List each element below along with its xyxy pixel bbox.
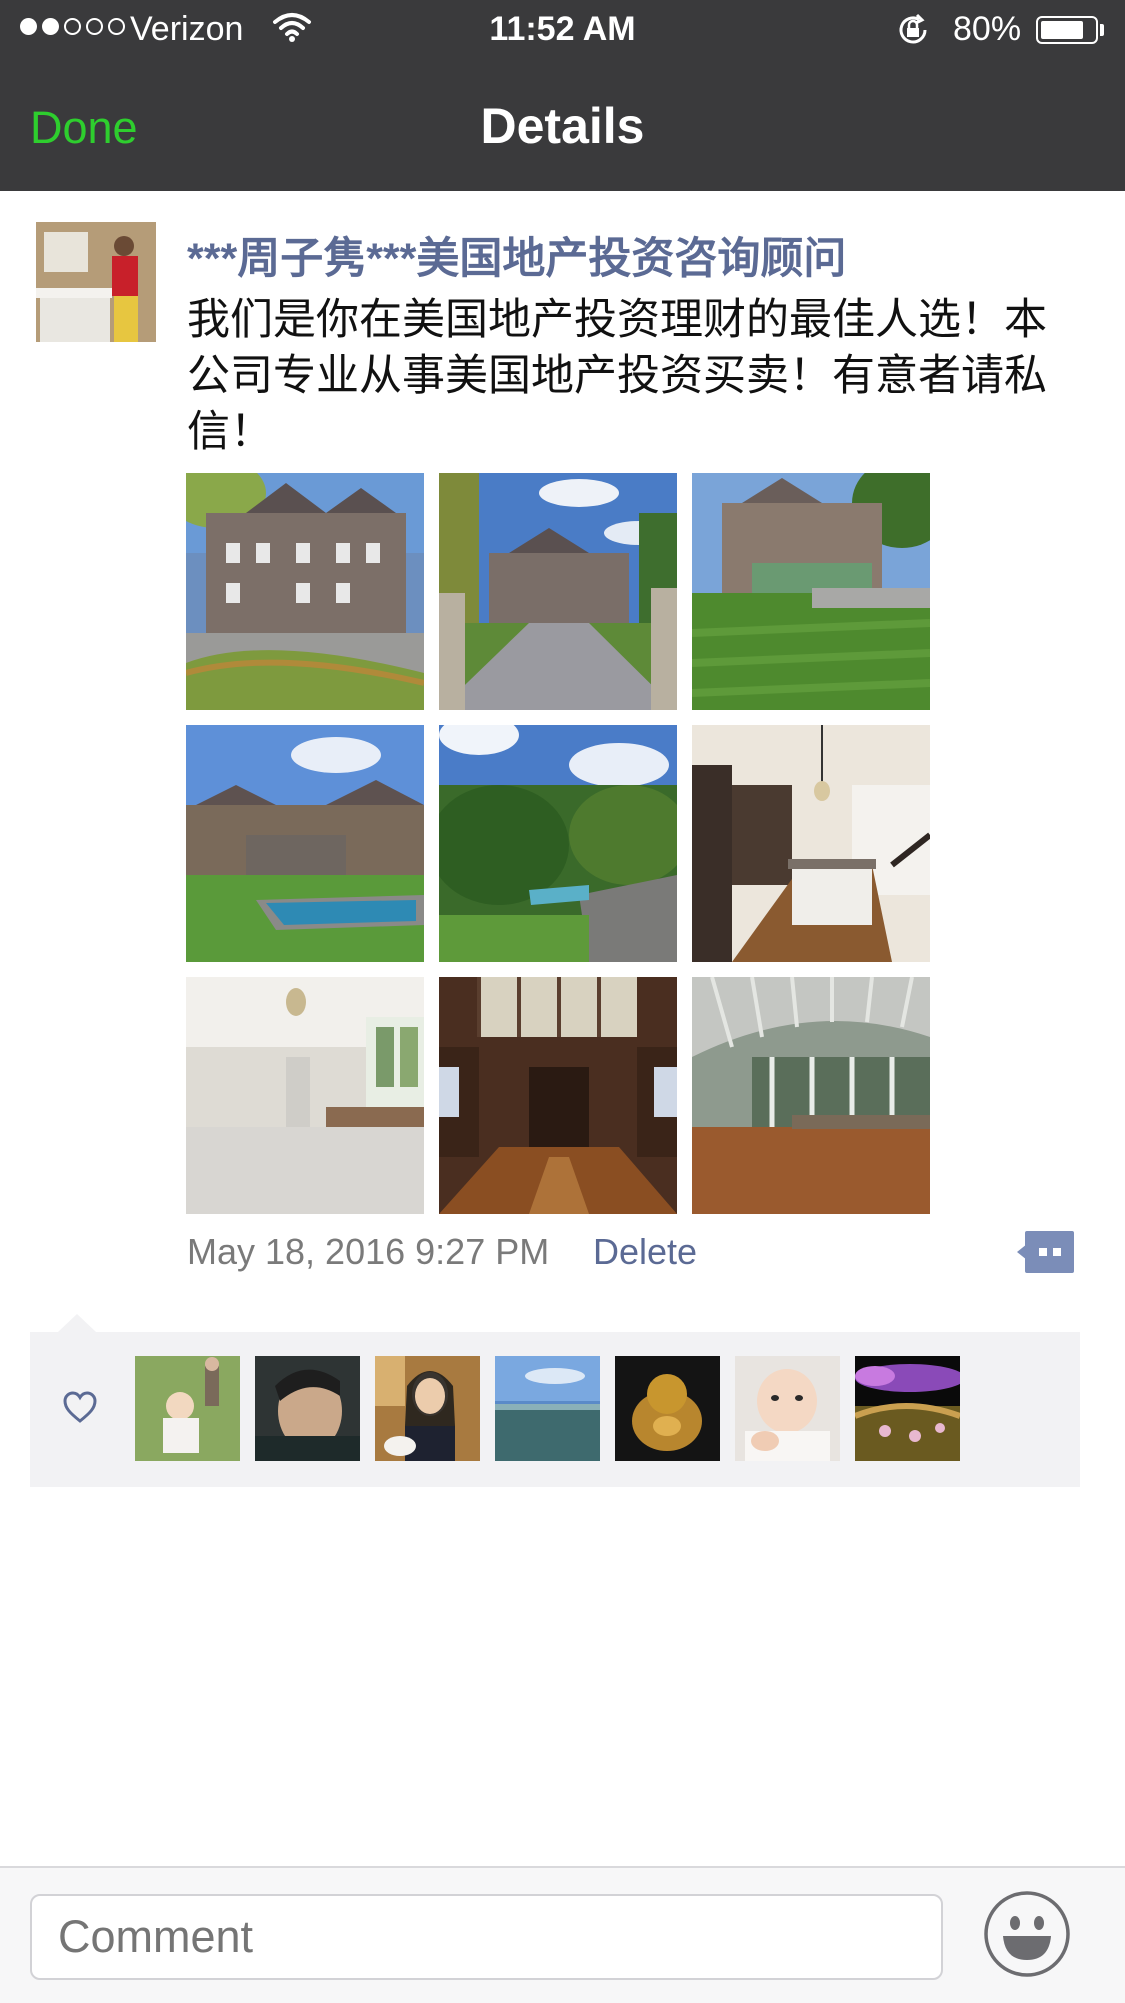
liker-avatar[interactable] <box>735 1356 840 1461</box>
post-photo[interactable] <box>692 977 930 1214</box>
battery-percent: 80% <box>953 10 1022 48</box>
photo-grid <box>186 473 946 1214</box>
likes-panel <box>30 1332 1080 1487</box>
likes-panel-caret <box>58 1314 96 1332</box>
post-photo[interactable] <box>439 725 677 962</box>
author-name[interactable]: ***周子隽***美国地产投资咨询顾问 <box>187 224 846 286</box>
status-bar: Verizon 11:52 AM 80% <box>0 0 1125 64</box>
author-avatar[interactable] <box>36 222 156 342</box>
liker-list <box>135 1356 960 1461</box>
liker-avatar[interactable] <box>855 1356 960 1461</box>
liker-avatar[interactable] <box>615 1356 720 1461</box>
delete-button[interactable]: Delete <box>593 1231 697 1273</box>
liker-avatar[interactable] <box>495 1356 600 1461</box>
post-photo[interactable] <box>186 977 424 1214</box>
top-bar: Verizon 11:52 AM 80% Done Details <box>0 0 1125 191</box>
comment-input[interactable] <box>30 1894 943 1980</box>
post-photo[interactable] <box>186 725 424 962</box>
page-title: Details <box>480 98 645 154</box>
emoji-icon[interactable] <box>983 1890 1071 1978</box>
post-photo[interactable] <box>439 977 677 1214</box>
liker-avatar[interactable] <box>255 1356 360 1461</box>
post-photo[interactable] <box>692 725 930 962</box>
post-photo[interactable] <box>186 473 424 710</box>
heart-icon <box>63 1391 97 1423</box>
rotation-lock-icon <box>899 13 927 44</box>
post-text: 我们是你在美国地产投资理财的最佳人选！本公司专业从事美国地产投资买卖！有意者请私… <box>187 296 1047 456</box>
comment-menu-icon[interactable] <box>1017 1231 1074 1273</box>
comment-bar <box>0 1866 1125 2003</box>
liker-avatar[interactable] <box>135 1356 240 1461</box>
battery-icon <box>1036 16 1098 44</box>
post-photo[interactable] <box>439 473 677 710</box>
post-photo[interactable] <box>692 473 930 710</box>
liker-avatar[interactable] <box>375 1356 480 1461</box>
post-timestamp: May 18, 2016 9:27 PM <box>187 1231 550 1272</box>
